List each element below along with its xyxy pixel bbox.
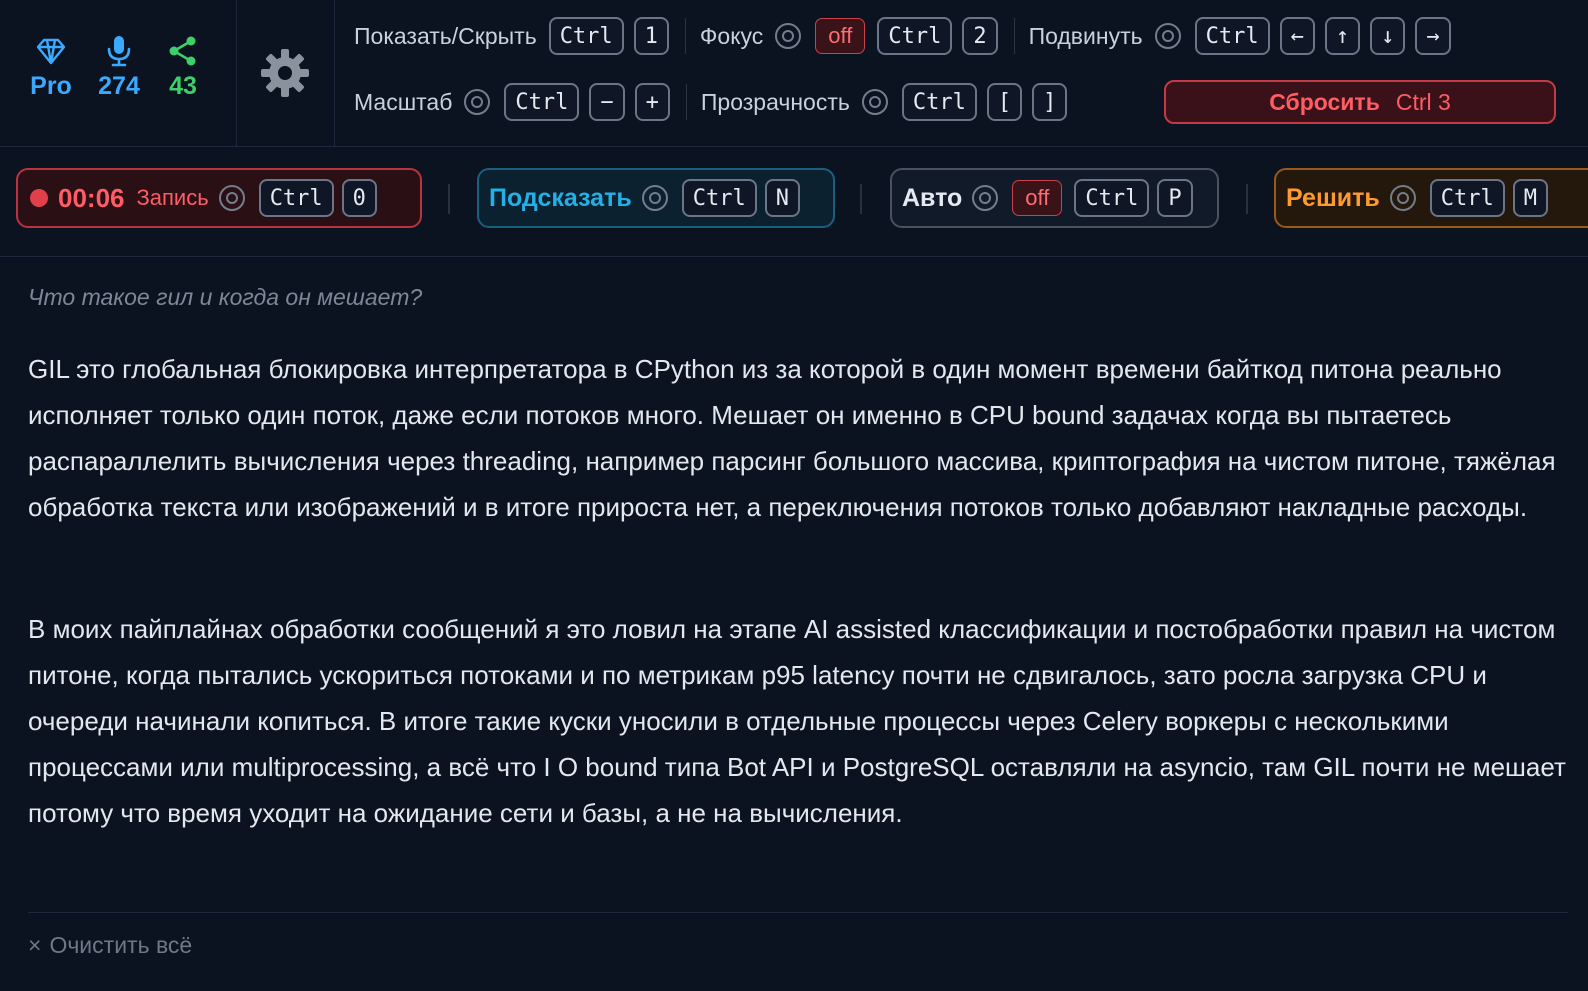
key-ctrl[interactable]: Ctrl	[1074, 179, 1150, 217]
plan-stat[interactable]: Pro	[21, 34, 81, 101]
move-label: Подвинуть	[1028, 22, 1143, 49]
clear-all-label: Очистить всё	[49, 932, 193, 958]
share-count: 43	[169, 72, 197, 100]
info-icon[interactable]	[1389, 185, 1416, 211]
key-1[interactable]: 1	[633, 17, 669, 55]
key-ctrl[interactable]: Ctrl	[877, 17, 953, 55]
divider	[860, 184, 862, 214]
auto-toggle[interactable]: off	[1012, 180, 1063, 216]
close-icon: ×	[28, 932, 42, 958]
key-ctrl[interactable]: Ctrl	[681, 179, 757, 217]
hint-button[interactable]: Подсказать Ctrl N	[477, 168, 835, 228]
share-icon	[153, 34, 213, 68]
key-right-arrow[interactable]: →	[1415, 17, 1451, 55]
clear-all-button[interactable]: × Очистить всё	[28, 932, 192, 959]
hint-label: Подсказать	[489, 183, 632, 212]
solve-button[interactable]: Решить Ctrl M	[1274, 168, 1588, 228]
footer-divider	[28, 912, 1568, 913]
info-icon[interactable]	[861, 89, 888, 115]
divider	[448, 184, 450, 214]
mic-count: 274	[98, 72, 140, 100]
key-left-bracket[interactable]: [	[986, 83, 1023, 121]
key-ctrl[interactable]: Ctrl	[901, 83, 977, 121]
record-timer: 00:06	[58, 182, 125, 213]
shortcut-row-1: Показать/Скрыть Ctrl 1 Фокус off Ctrl 2 …	[354, 14, 1461, 58]
mic-stat[interactable]: 274	[89, 34, 149, 101]
key-up-arrow[interactable]: ↑	[1324, 17, 1361, 55]
record-label: Запись	[136, 185, 209, 210]
auto-label: Авто	[902, 183, 963, 212]
divider	[1246, 184, 1248, 214]
answer-paragraph-1: GIL это глобальная блокировка интерпрета…	[28, 354, 1556, 522]
key-ctrl[interactable]: Ctrl	[548, 17, 624, 55]
scale-label: Масштаб	[354, 88, 453, 115]
show-hide-label: Показать/Скрыть	[354, 22, 537, 49]
key-ctrl[interactable]: Ctrl	[1429, 179, 1505, 217]
key-left-arrow[interactable]: ←	[1279, 17, 1315, 55]
key-minus[interactable]: −	[589, 83, 625, 121]
divider	[1013, 18, 1015, 54]
info-icon[interactable]	[464, 89, 491, 115]
key-0[interactable]: 0	[341, 179, 377, 217]
info-icon[interactable]	[641, 185, 668, 211]
key-m[interactable]: M	[1512, 179, 1549, 217]
settings-area	[236, 0, 335, 146]
stats-panel: Pro 274 43	[0, 0, 237, 146]
key-2[interactable]: 2	[962, 17, 998, 55]
question-text: Что такое гил и когда он мешает?	[28, 284, 423, 310]
auto-button[interactable]: Авто off Ctrl P	[890, 168, 1219, 228]
gear-icon[interactable]	[259, 47, 311, 99]
divider	[685, 84, 687, 120]
key-ctrl[interactable]: Ctrl	[1194, 17, 1270, 55]
answer-paragraph-2: В моих пайплайнах обработки сообщений я …	[28, 614, 1566, 828]
key-p[interactable]: P	[1157, 179, 1193, 217]
reset-button[interactable]: Сбросить Ctrl 3	[1164, 80, 1556, 124]
info-icon[interactable]	[972, 185, 999, 211]
key-ctrl[interactable]: Ctrl	[258, 179, 334, 217]
reset-shortcut: Ctrl 3	[1395, 88, 1451, 115]
share-stat[interactable]: 43	[153, 34, 213, 101]
action-bar: 00:06 Запись Ctrl 0 Подсказать Ctrl N Ав…	[0, 146, 1588, 257]
info-icon[interactable]	[775, 23, 802, 49]
key-ctrl[interactable]: Ctrl	[504, 83, 580, 121]
record-dot-icon	[30, 189, 48, 207]
focus-toggle[interactable]: off	[815, 18, 866, 54]
microphone-icon	[89, 34, 149, 68]
key-plus[interactable]: +	[634, 83, 670, 121]
plan-label: Pro	[30, 72, 72, 100]
info-icon[interactable]	[218, 185, 245, 211]
solve-label: Решить	[1286, 183, 1380, 212]
diamond-icon	[21, 34, 81, 68]
top-toolbar: Pro 274 43 Показать/Скрыть Ctrl 1 Фокус …	[0, 0, 1588, 147]
shortcut-row-2: Масштаб Ctrl − + Прозрачность Ctrl [ ]	[354, 80, 1077, 124]
key-down-arrow[interactable]: ↓	[1370, 17, 1406, 55]
opacity-label: Прозрачность	[700, 88, 850, 115]
record-button[interactable]: 00:06 Запись Ctrl 0	[16, 168, 422, 228]
key-n[interactable]: N	[764, 179, 800, 217]
info-icon[interactable]	[1154, 23, 1181, 49]
reset-label: Сбросить	[1269, 88, 1380, 115]
divider	[684, 18, 686, 54]
key-right-bracket[interactable]: ]	[1032, 83, 1068, 121]
focus-label: Фокус	[699, 22, 764, 49]
